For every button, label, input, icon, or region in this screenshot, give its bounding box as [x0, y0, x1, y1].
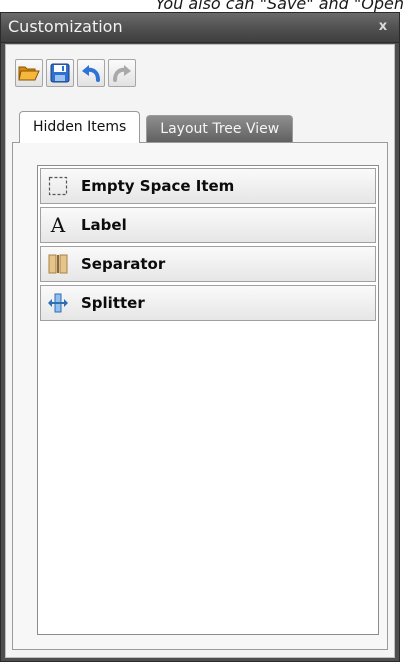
redo-button[interactable]	[108, 59, 136, 87]
open-layout-button[interactable]	[15, 59, 43, 87]
list-item-label: Label	[81, 216, 127, 234]
list-item-splitter[interactable]: Splitter	[40, 285, 376, 321]
list-item-label: Empty Space Item	[81, 177, 235, 195]
top-caption: You also can "Save" and "Open	[155, 0, 404, 12]
tab-hidden-items[interactable]: Hidden Items	[19, 111, 141, 143]
title-bar[interactable]: Customization x	[1, 13, 399, 43]
list-item-separator[interactable]: Separator	[40, 246, 376, 282]
page: You also can "Save" and "Open Customizat…	[0, 0, 410, 666]
redo-icon	[113, 65, 131, 82]
folder-open-icon	[18, 66, 40, 81]
toolbar	[15, 59, 136, 89]
undo-icon	[82, 65, 100, 82]
tab-strip: Hidden Items Layout Tree View	[19, 111, 294, 143]
list-item-label-item[interactable]: A Label	[40, 207, 376, 243]
tab-layout-tree-view[interactable]: Layout Tree View	[146, 115, 294, 143]
hidden-items-list: Empty Space Item A Label Separator Split…	[37, 165, 379, 635]
list-item-label: Separator	[81, 255, 166, 273]
window-title: Customization	[8, 17, 123, 36]
empty-space-icon	[47, 175, 69, 197]
window-body: Hidden Items Layout Tree View Empty Spac…	[5, 44, 395, 658]
save-layout-button[interactable]	[46, 59, 74, 87]
customization-window: Customization x Hidden Items Layout Tree…	[0, 12, 400, 662]
undo-button[interactable]	[77, 59, 105, 87]
list-item-empty-space-item[interactable]: Empty Space Item	[40, 168, 376, 204]
close-button[interactable]: x	[375, 19, 391, 35]
list-item-label: Splitter	[81, 294, 145, 312]
hidden-items-panel: Empty Space Item A Label Separator Split…	[12, 142, 388, 650]
save-icon	[50, 63, 70, 83]
splitter-icon	[47, 292, 69, 314]
separator-icon	[47, 253, 69, 275]
label-icon: A	[50, 213, 66, 237]
